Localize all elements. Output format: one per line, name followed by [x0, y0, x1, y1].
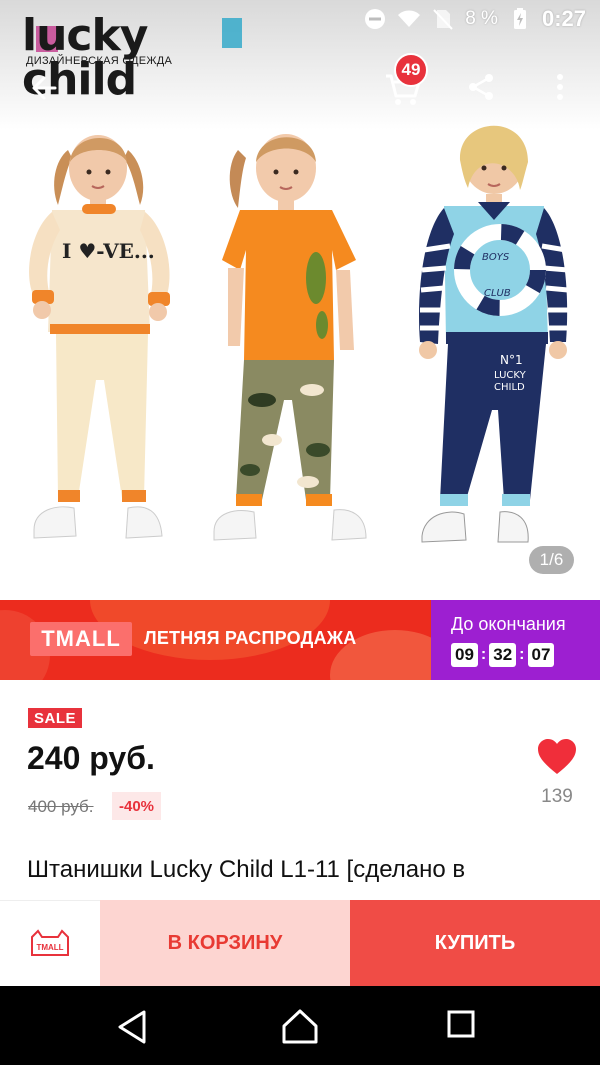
sale-title: ЛЕТНЯЯ РАСПРОДАЖА [144, 628, 357, 648]
discount-badge: -40% [112, 792, 162, 820]
nav-home-icon[interactable] [280, 1006, 320, 1046]
bottom-action-bar: TMALL В КОРЗИНУ КУПИТЬ [0, 900, 600, 986]
product-photo: I ♥-VE... BOYS CLUB N°1 LUCKY CHILD [29, 125, 569, 543]
nav-recents-icon[interactable] [446, 1009, 476, 1039]
store-label: TMALL [36, 943, 63, 952]
store-button[interactable]: TMALL [0, 900, 100, 986]
clock: 0:27 [541, 6, 586, 31]
more-options-button[interactable] [540, 66, 580, 108]
do-not-disturb-icon [365, 9, 386, 29]
more-vertical-icon [557, 74, 563, 100]
tmall-logo: TMALL [30, 622, 132, 656]
pants-text: LUCKY [494, 370, 527, 381]
shirt-text: I ♥-VE... [62, 239, 155, 263]
share-icon [469, 74, 493, 100]
countdown-label: До окончания [451, 614, 566, 634]
gallery-counter: 1/6 [529, 546, 574, 574]
no-sim-icon [433, 9, 453, 30]
system-nav-bar [0, 986, 600, 1065]
pants-text: N°1 [500, 353, 523, 367]
add-to-cart-button[interactable]: В КОРЗИНУ [100, 900, 350, 986]
battery-charging-icon [513, 8, 526, 29]
arrow-left-icon [32, 76, 57, 100]
wifi-icon [398, 10, 421, 27]
buy-now-button[interactable]: КУПИТЬ [350, 900, 600, 986]
cart-count-badge: 49 [394, 53, 428, 87]
promo-banner[interactable]: TMALL ЛЕТНЯЯ РАСПРОДАЖА До окончания 09 … [0, 600, 600, 680]
old-price: 400 руб. [28, 797, 94, 816]
countdown-timer: 09 : 32 : 07 [451, 643, 555, 667]
battery-percent: 8 % [465, 8, 498, 29]
pants-text: CHILD [494, 382, 525, 393]
timer-separator: : [480, 646, 487, 663]
shirt-text: CLUB [484, 288, 511, 299]
nav-back-icon[interactable] [114, 1008, 152, 1046]
back-button[interactable] [22, 66, 66, 110]
kid-3: BOYS CLUB N°1 LUCKY CHILD [419, 125, 569, 543]
timer-seconds: 07 [527, 643, 555, 667]
countdown-panel [431, 600, 600, 680]
timer-separator: : [519, 646, 525, 663]
wishlist-count: 139 [541, 786, 573, 807]
timer-hours: 09 [451, 643, 478, 667]
wishlist-heart-button[interactable] [536, 738, 578, 776]
product-image-gallery[interactable]: I ♥-VE... BOYS CLUB N°1 LUCKY CHILD 8 % … [0, 0, 600, 600]
timer-minutes: 32 [489, 643, 517, 667]
current-price: 240 руб. [27, 740, 155, 776]
shirt-text: BOYS [482, 252, 510, 263]
brand-logo: lucky child ДИЗАЙНЕРСКАЯ ОДЕЖДА [22, 14, 250, 102]
share-button[interactable] [460, 66, 502, 108]
kid-2 [213, 134, 367, 541]
sale-badge: SALE [28, 708, 83, 728]
kid-1: I ♥-VE... [29, 135, 170, 539]
product-title: Штанишки Lucky Child L1-11 [сделано в [27, 856, 466, 883]
tmall-store-icon: TMALL [31, 928, 69, 956]
